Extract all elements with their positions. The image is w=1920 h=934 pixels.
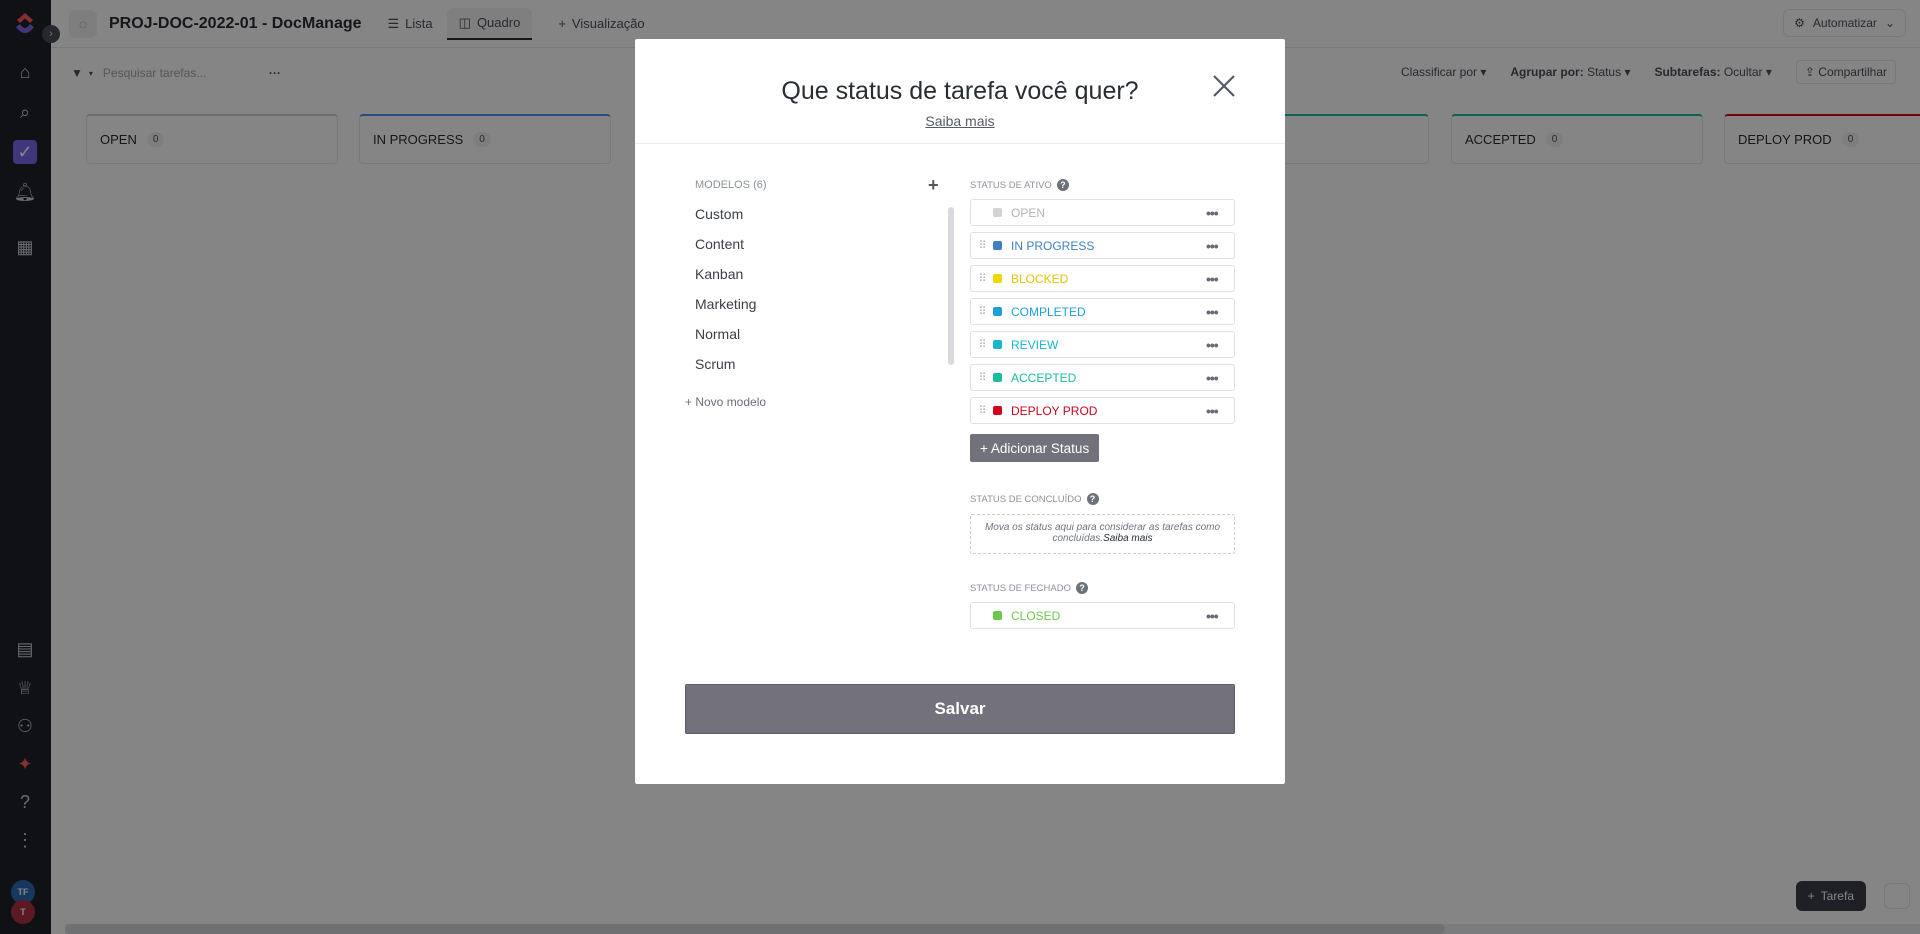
status-row-deploy-prod[interactable]: ⠿ DEPLOY PROD ••• (970, 397, 1235, 424)
status-color-swatch[interactable] (993, 208, 1002, 217)
status-row-accepted[interactable]: ⠿ ACCEPTED ••• (970, 364, 1235, 391)
close-icon[interactable] (1211, 73, 1237, 99)
more-icon[interactable]: ••• (1206, 238, 1234, 254)
active-status-heading: STATUS DE ATIVO? (970, 179, 1069, 191)
status-label[interactable]: OPEN (1011, 206, 1206, 220)
drag-handle-icon[interactable]: ⠿ (971, 371, 993, 384)
template-item-normal[interactable]: Normal (695, 326, 740, 342)
done-status-dropzone[interactable]: Mova os status aqui para considerar as t… (970, 514, 1235, 554)
templates-heading: MODELOS (6) (695, 179, 767, 191)
status-color-swatch[interactable] (993, 307, 1002, 316)
status-label[interactable]: COMPLETED (1011, 305, 1206, 319)
status-row-review[interactable]: ⠿ REVIEW ••• (970, 331, 1235, 358)
status-color-swatch[interactable] (993, 406, 1002, 415)
more-icon[interactable]: ••• (1206, 608, 1234, 624)
status-row-in-progress[interactable]: ⠿ IN PROGRESS ••• (970, 232, 1235, 259)
status-label[interactable]: IN PROGRESS (1011, 239, 1206, 253)
template-item-custom[interactable]: Custom (695, 206, 743, 222)
status-row-blocked[interactable]: ⠿ BLOCKED ••• (970, 265, 1235, 292)
section-title: STATUS DE FECHADO (970, 582, 1071, 594)
learn-more-link[interactable]: Saiba mais (925, 113, 994, 129)
add-template-icon[interactable]: + (928, 175, 939, 196)
more-icon[interactable]: ••• (1206, 304, 1234, 320)
status-label[interactable]: ACCEPTED (1011, 371, 1206, 385)
template-item-content[interactable]: Content (695, 236, 744, 252)
drag-handle-icon[interactable]: ⠿ (971, 404, 993, 417)
drag-handle-icon[interactable]: ⠿ (971, 305, 993, 318)
drag-handle-icon[interactable]: ⠿ (971, 239, 993, 252)
drag-handle-icon[interactable]: ⠿ (971, 272, 993, 285)
status-row-open[interactable]: OPEN ••• (970, 199, 1235, 226)
status-row-closed[interactable]: CLOSED ••• (970, 602, 1235, 629)
status-modal: Que status de tarefa você quer? Saiba ma… (635, 39, 1285, 784)
modal-header: Que status de tarefa você quer? Saiba ma… (635, 39, 1285, 144)
more-icon[interactable]: ••• (1206, 205, 1234, 221)
dropzone-learn-more-link[interactable]: Saiba mais (1103, 533, 1152, 544)
template-item-marketing[interactable]: Marketing (695, 296, 756, 312)
status-label[interactable]: REVIEW (1011, 338, 1206, 352)
status-color-swatch[interactable] (993, 241, 1002, 250)
template-item-kanban[interactable]: Kanban (695, 266, 743, 282)
section-title: STATUS DE ATIVO (970, 179, 1052, 191)
status-label[interactable]: BLOCKED (1011, 272, 1206, 286)
more-icon[interactable]: ••• (1206, 403, 1234, 419)
status-color-swatch[interactable] (993, 373, 1002, 382)
section-title: STATUS DE CONCLUÍDO (970, 493, 1082, 505)
template-item-scrum[interactable]: Scrum (695, 356, 735, 372)
save-button[interactable]: Salvar (685, 684, 1235, 734)
help-icon[interactable]: ? (1086, 493, 1099, 505)
drag-handle-icon[interactable]: ⠿ (971, 338, 993, 351)
help-icon[interactable]: ? (1056, 179, 1069, 191)
help-icon[interactable]: ? (1076, 582, 1088, 594)
status-row-completed[interactable]: ⠿ COMPLETED ••• (970, 298, 1235, 325)
templates-scrollbar[interactable] (948, 207, 954, 365)
more-icon[interactable]: ••• (1206, 370, 1234, 386)
learn-more-link-wrap: Saiba mais (635, 113, 1285, 129)
status-color-swatch[interactable] (993, 274, 1002, 283)
modal-title: Que status de tarefa você quer? (781, 77, 1139, 105)
done-status-heading: STATUS DE CONCLUÍDO? (970, 493, 1099, 505)
status-color-swatch[interactable] (993, 611, 1002, 620)
status-label[interactable]: CLOSED (1011, 609, 1206, 623)
status-color-swatch[interactable] (993, 340, 1002, 349)
more-icon[interactable]: ••• (1206, 271, 1234, 287)
status-label[interactable]: DEPLOY PROD (1011, 404, 1206, 418)
more-icon[interactable]: ••• (1206, 337, 1234, 353)
new-template-link[interactable]: + Novo modelo (685, 395, 766, 409)
closed-status-heading: STATUS DE FECHADO? (970, 582, 1088, 594)
add-status-button[interactable]: + Adicionar Status (970, 434, 1100, 462)
